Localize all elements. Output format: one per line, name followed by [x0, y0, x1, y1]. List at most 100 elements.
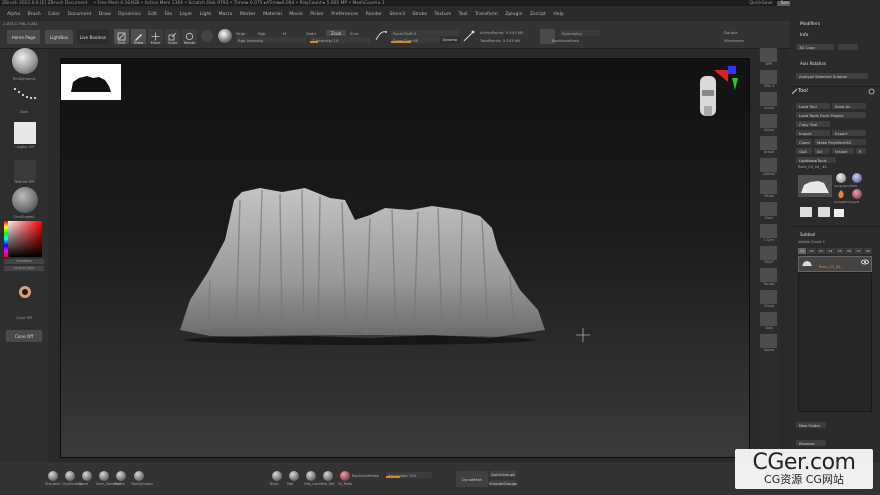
z-intensity-slider[interactable]: Z Intensity 10 — [310, 37, 370, 43]
lightbox-tools-button[interactable]: Lightbox▸Tools — [796, 157, 836, 163]
focal-shift-slider[interactable]: Focal Shift 0 — [391, 30, 459, 36]
analyze-subtool-button[interactable]: Analyze Selected Subtool — [796, 73, 868, 79]
material-mat-icon[interactable] — [289, 471, 299, 481]
v-tab-3[interactable]: V3 — [816, 248, 826, 254]
eye-icon[interactable] — [861, 259, 869, 265]
menu-picker[interactable]: Picker — [310, 12, 324, 17]
make-polymesh-button[interactable]: Make PolyMesh3D — [814, 139, 866, 145]
refresh-icon[interactable] — [868, 88, 875, 95]
3d-copy-button[interactable]: 3D Copy — [796, 44, 834, 50]
export-button[interactable]: Export — [832, 130, 866, 136]
rock-tool-thumbnail[interactable] — [798, 175, 832, 197]
zsub-toggle[interactable]: Zsub — [326, 30, 346, 36]
double-toggle[interactable]: Double — [724, 30, 737, 35]
eraser-thumbnail[interactable] — [852, 189, 862, 199]
hue-strip[interactable] — [4, 221, 8, 257]
import-button[interactable]: Import — [796, 130, 830, 136]
shelf-scroll-button[interactable] — [760, 92, 777, 106]
load-tool-button[interactable]: Load Tool — [796, 103, 830, 109]
rename-button[interactable]: Rename — [796, 440, 826, 446]
menu-edit[interactable]: Edit — [148, 12, 157, 17]
shelf-zoom-button[interactable] — [760, 114, 777, 128]
menu-document[interactable]: Document — [68, 12, 92, 17]
sphere-inflat-thumbnail[interactable] — [836, 173, 846, 183]
move-button[interactable]: Move — [148, 29, 163, 45]
v-tab-4[interactable]: V4 — [826, 248, 835, 254]
menu-light[interactable]: Light — [200, 12, 211, 17]
mrgb-toggle[interactable]: Mrgb — [236, 31, 246, 36]
brush-trimdynamic-icon[interactable] — [134, 471, 144, 481]
brush-standard-icon[interactable] — [48, 471, 58, 481]
r-button[interactable]: R — [856, 148, 866, 154]
texture-selector-icon[interactable] — [14, 160, 36, 182]
subtool-list-area[interactable] — [798, 272, 872, 412]
dynamesh-button[interactable]: DynaMesh — [456, 471, 488, 487]
dynamic-toggle[interactable]: Dynamic — [440, 37, 460, 43]
v-tab-2[interactable]: V2 — [807, 248, 816, 254]
brush-dam-standard-icon[interactable] — [99, 471, 109, 481]
orientation-gizmo-icon[interactable] — [692, 66, 742, 122]
shelf-actual-button[interactable] — [760, 136, 777, 150]
zcut-toggle[interactable]: Zcut — [350, 31, 359, 36]
rgb-toggle[interactable]: Rgb — [258, 31, 265, 36]
brush-claybuildup-icon[interactable] — [65, 471, 75, 481]
new-folder-button[interactable]: New Folder — [796, 422, 826, 428]
shelf-solo-button[interactable] — [760, 312, 777, 326]
shelf-polyf-button[interactable] — [760, 246, 777, 260]
m-toggle[interactable]: M — [283, 31, 286, 36]
menu-tool[interactable]: Tool — [459, 12, 468, 17]
menu-file[interactable]: File — [164, 12, 172, 17]
load-project-button[interactable]: Load Tools From Project — [796, 112, 866, 118]
material-orb-cracks-icon[interactable] — [306, 471, 316, 481]
menu-stroke[interactable]: Stroke — [412, 12, 427, 17]
zadd-toggle[interactable]: Zadd — [306, 31, 316, 36]
material-tri-parts-icon[interactable] — [340, 471, 350, 481]
shelf-spix-3-button[interactable] — [760, 70, 777, 84]
shelf-xpose-button[interactable] — [760, 334, 777, 348]
draw-button[interactable]: Draw — [131, 29, 146, 45]
quicksave-button[interactable]: QuickSave — [749, 1, 772, 6]
menu-brush[interactable]: Brush — [27, 12, 40, 17]
axis-rotation-heading[interactable]: Axis Rotation — [800, 61, 826, 66]
menu-material[interactable]: Material — [263, 12, 282, 17]
v-tab-5[interactable]: V5 — [835, 248, 844, 254]
material-orb-small[interactable] — [201, 30, 213, 42]
info-heading[interactable]: Info — [800, 33, 808, 38]
material-orb-flat-icon[interactable] — [323, 471, 333, 481]
alpha-selector-icon[interactable] — [14, 122, 36, 144]
v-tab-8[interactable]: V8 — [863, 248, 872, 254]
cylinder-thumbnail[interactable] — [800, 207, 812, 217]
subtool-heading[interactable]: Subtool — [800, 232, 815, 237]
shelf-bpr-button[interactable] — [760, 48, 777, 62]
menu-zplugin[interactable]: Zplugin — [505, 12, 522, 17]
menu-macro[interactable]: Macro — [219, 12, 233, 17]
cone-off-button[interactable]: Cone Off — [6, 330, 42, 342]
plane-thumbnail[interactable] — [834, 209, 844, 217]
brush-hpolish-icon[interactable] — [116, 471, 126, 481]
shelf-ghost-button[interactable] — [760, 290, 777, 304]
v-tab-7[interactable]: V7 — [854, 248, 863, 254]
menu-help[interactable]: Help — [553, 12, 563, 17]
menu-draw[interactable]: Draw — [99, 12, 111, 17]
menu-transform[interactable]: Transform — [475, 12, 498, 17]
bottom-backface-toggle[interactable]: BackfaceMask — [352, 473, 379, 478]
menu-preferences[interactable]: Preferences — [331, 12, 358, 17]
menu-color[interactable]: Color — [48, 12, 60, 17]
menu-stencil[interactable]: Stencil — [389, 12, 405, 17]
gradient-orb-icon[interactable] — [218, 29, 232, 43]
shelf-l-sym-button[interactable] — [760, 224, 777, 238]
save-as-button[interactable]: Save As — [832, 103, 866, 109]
lightbox-button[interactable]: LightBox — [45, 30, 73, 44]
menu-zscript[interactable]: Zscript — [530, 12, 546, 17]
shelf-floor-button[interactable] — [760, 202, 777, 216]
rotate-button[interactable]: Rotate — [182, 29, 197, 45]
shelf-aahalf-button[interactable] — [760, 158, 777, 172]
3d-copy-slider[interactable] — [838, 44, 858, 50]
simple-brush-thumbnail[interactable] — [836, 189, 846, 199]
clone-button[interactable]: Clone — [796, 139, 812, 145]
shelf-transp-button[interactable] — [760, 268, 777, 282]
wireframe-toggle[interactable]: Wireframe — [724, 38, 744, 43]
color-picker-square[interactable] — [6, 221, 42, 257]
resolution-slider[interactable]: Resolution 304 — [386, 472, 432, 478]
scale-button[interactable]: Scale — [165, 29, 180, 45]
